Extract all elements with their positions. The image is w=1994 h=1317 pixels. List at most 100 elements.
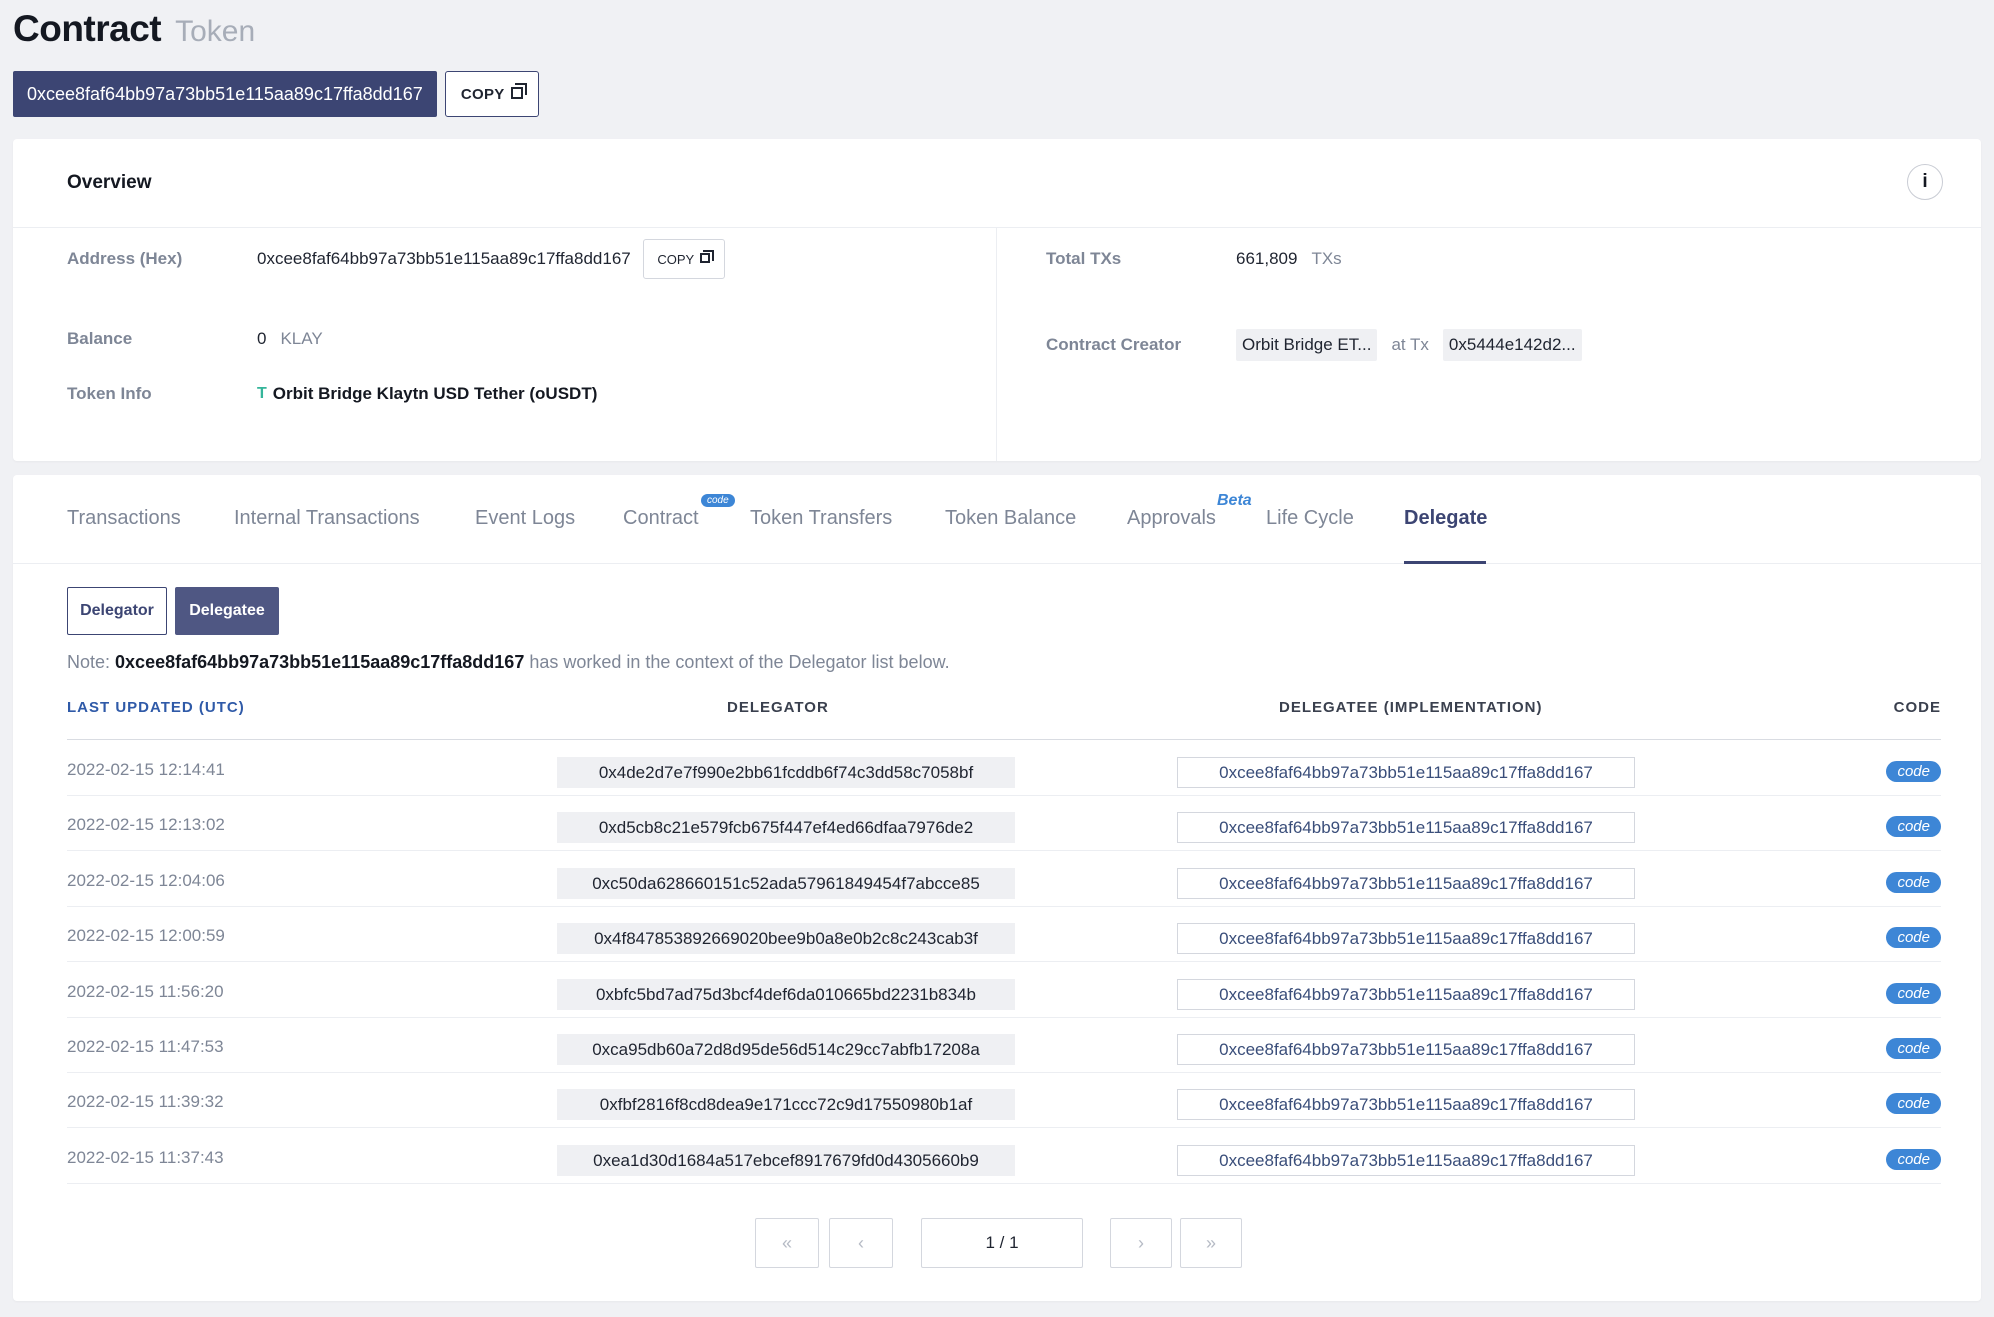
creator-link[interactable]: Orbit Bridge ET... [1236,329,1378,361]
next-page-button[interactable]: › [1110,1218,1172,1268]
tab-internal-transactions[interactable]: Internal Transactions [234,507,420,530]
overview-divider [996,228,997,461]
row-code-button[interactable]: code [1886,982,1941,1004]
row-delegator-link[interactable]: 0xea1d30d1684a517ebcef8917679fd0d4305660… [557,1144,1015,1176]
token-name-link[interactable]: Orbit Bridge Klaytn USD Tether (oUSDT) [273,384,598,404]
row-delegator-link[interactable]: 0xca95db60a72d8d95de56d514c29cc7abfb1720… [557,1034,1015,1065]
tab-event-logs[interactable]: Event Logs [475,507,575,530]
row-date: 2022-02-15 11:39:32 [67,1092,224,1112]
row-delegator-link[interactable]: 0xc50da628660151c52ada57961849454f7abcce… [557,867,1015,899]
prev-page-button[interactable]: ‹ [829,1218,893,1268]
row-delegator-link[interactable]: 0xfbf2816f8cd8dea9e171ccc72c9d17550980b1… [557,1089,1015,1121]
row-delegatee-link[interactable]: 0xcee8faf64bb97a73bb51e115aa89c17ffa8dd1… [1177,757,1635,788]
note-suffix: has worked in the context of the Delegat… [524,652,950,672]
total-txs-value: 661,809 [1236,249,1298,268]
column-delegator: DELEGATOR [727,699,829,716]
row-code-button[interactable]: code [1886,816,1941,838]
contract-creator-row: Contract Creator Orbit Bridge ET... at T… [1046,329,1582,361]
row-code-button[interactable]: code [1886,871,1941,893]
at-tx-label: at Tx [1391,335,1429,354]
row-code-button[interactable]: code [1886,1038,1941,1059]
copy-hex-button[interactable]: COPY [642,239,725,279]
delegate-note: Note: 0xcee8faf64bb97a73bb51e115aa89c17f… [67,652,950,673]
tabs-card: Transactions Internal Transactions Event… [13,475,1981,1301]
note-address: 0xcee8faf64bb97a73bb51e115aa89c17ffa8dd1… [115,652,525,672]
page-title-main: Contract [13,8,162,49]
overview-header: Overview i [13,139,1981,228]
row-date: 2022-02-15 12:04:06 [67,870,225,890]
creator-tx-link[interactable]: 0x5444e142d2... [1442,329,1582,361]
copy-hex-label: COPY [657,251,695,267]
contract-code-badge: code [701,494,735,507]
tab-delegate[interactable]: Delegate [1404,507,1487,530]
approvals-beta-badge: Beta [1217,492,1252,509]
row-delegator-link[interactable]: 0x4de2d7e7f990e2bb61fcddb6f74c3dd58c7058… [557,757,1015,788]
balance-value: 0 [257,329,267,348]
balance-label: Balance [67,329,133,348]
row-delegatee-link[interactable]: 0xcee8faf64bb97a73bb51e115aa89c17ffa8dd1… [1177,1034,1635,1065]
last-page-button[interactable]: » [1180,1218,1242,1268]
column-delegatee: DELEGATEE (IMPLEMENTATION) [1279,699,1543,716]
overview-card: Overview i Address (Hex) 0xcee8faf64bb97… [13,139,1981,461]
tab-bar: Transactions Internal Transactions Event… [13,475,1981,564]
row-date: 2022-02-15 12:14:41 [67,760,225,779]
address-hex-value: 0xcee8faf64bb97a73bb51e115aa89c17ffa8dd1… [257,249,631,268]
column-last-updated[interactable]: LAST UPDATED (UTC) [67,699,245,716]
table-row: 2022-02-15 11:37:43 0xea1d30d1684a517ebce… [67,1128,1941,1184]
row-code-button[interactable]: code [1886,927,1941,949]
row-delegatee-link[interactable]: 0xcee8faf64bb97a73bb51e115aa89c17ffa8dd1… [1177,812,1635,844]
row-delegator-link[interactable]: 0xd5cb8c21e579fcb675f447ef4ed66dfaa7976d… [557,812,1015,844]
token-info-row: Token Info T Orbit Bridge Klaytn USD Tet… [67,384,597,404]
overview-title: Overview [67,172,152,193]
row-delegatee-link[interactable]: 0xcee8faf64bb97a73bb51e115aa89c17ffa8dd1… [1177,923,1635,955]
table-row: 2022-02-15 12:04:06 0xc50da628660151c52ad… [67,851,1941,907]
row-code-button[interactable]: code [1886,1148,1941,1170]
row-code-button[interactable]: code [1886,761,1941,782]
row-delegator-link[interactable]: 0xbfc5bd7ad75d3bcf4def6da010665bd2231b83… [557,978,1015,1010]
copy-icon [700,250,715,263]
row-date: 2022-02-15 11:47:53 [67,1037,224,1056]
tab-transactions[interactable]: Transactions [67,507,181,530]
row-code-button[interactable]: code [1886,1093,1941,1115]
balance-unit: KLAY [280,329,323,348]
copy-button-label: COPY [460,85,505,103]
row-delegatee-link[interactable]: 0xcee8faf64bb97a73bb51e115aa89c17ffa8dd1… [1177,1089,1635,1121]
copy-address-button[interactable]: COPY [444,71,539,117]
page-indicator[interactable]: 1 / 1 [921,1218,1083,1268]
page-title-sub: Token [175,15,256,48]
row-date: 2022-02-15 12:13:02 [67,815,225,835]
tab-token-balance[interactable]: Token Balance [945,507,1076,530]
table-row: 2022-02-15 11:56:20 0xbfc5bd7ad75d3bcf4de… [67,962,1941,1018]
row-date: 2022-02-15 11:56:20 [67,981,224,1001]
tab-contract[interactable]: Contract [623,507,699,530]
tab-token-transfers[interactable]: Token Transfers [750,507,892,530]
contract-creator-label: Contract Creator [1046,335,1182,354]
tab-approvals[interactable]: Approvals [1127,507,1216,530]
address-hex-row: Address (Hex) 0xcee8faf64bb97a73bb51e115… [67,228,725,290]
row-delegatee-link[interactable]: 0xcee8faf64bb97a73bb51e115aa89c17ffa8dd1… [1177,1144,1635,1176]
copy-icon [510,83,527,99]
table-row: 2022-02-15 12:00:59 0x4f847853892669020be… [67,906,1941,963]
row-delegatee-link[interactable]: 0xcee8faf64bb97a73bb51e115aa89c17ffa8dd1… [1177,867,1635,899]
token-icon: T [257,385,267,402]
delegator-toggle[interactable]: Delegator [67,587,167,635]
address-bar: 0xcee8faf64bb97a73bb51e115aa89c17ffa8dd1… [13,71,539,117]
row-delegatee-link[interactable]: 0xcee8faf64bb97a73bb51e115aa89c17ffa8dd1… [1177,978,1635,1010]
total-txs-label: Total TXs [1046,249,1122,268]
row-date: 2022-02-15 12:00:59 [67,926,225,946]
info-icon[interactable]: i [1907,164,1943,200]
tab-life-cycle[interactable]: Life Cycle [1266,507,1354,530]
first-page-button[interactable]: « [755,1218,819,1268]
token-info-label: Token Info [67,384,152,403]
delegatee-toggle[interactable]: Delegatee [175,587,279,635]
active-tab-indicator [1404,561,1486,564]
row-delegator-link[interactable]: 0x4f847853892669020bee9b0a8e0b2c8c243cab… [557,923,1015,955]
column-code: CODE [1893,699,1941,716]
total-txs-row: Total TXs 661,809 TXs [1046,228,1342,290]
balance-row: Balance 0 KLAY [67,329,323,349]
page-title: Contract Token [13,8,255,50]
contract-address[interactable]: 0xcee8faf64bb97a73bb51e115aa89c17ffa8dd1… [13,71,437,117]
note-prefix: Note: [67,652,116,672]
table-row: 2022-02-15 12:13:02 0xd5cb8c21e579fcb675f… [67,795,1941,852]
table-row: 2022-02-15 12:14:41 0x4de2d7e7f990e2bb61f… [67,740,1941,796]
